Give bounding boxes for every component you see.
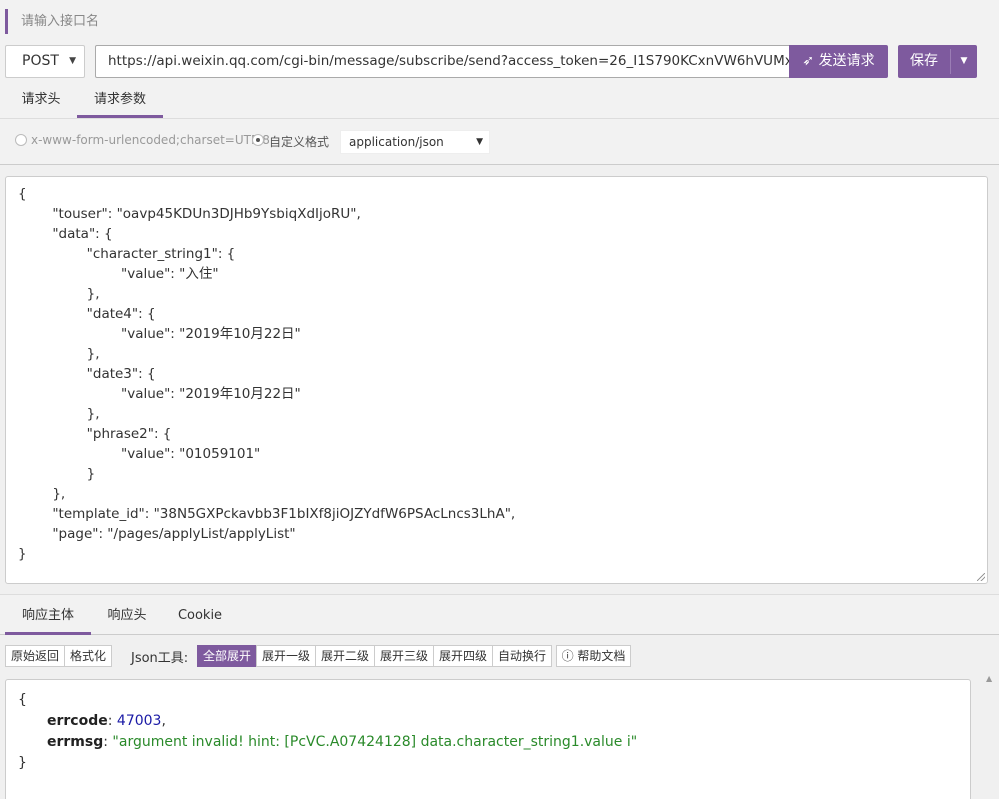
response-toolbar: 原始返回 格式化 Json工具: 全部展开 展开一级 展开二级 展开三级 展开四… <box>0 636 999 678</box>
request-tabs: 请求头 请求参数 <box>0 83 999 119</box>
errcode-value: 47003 <box>116 713 162 729</box>
body-line: "value": "入住" <box>18 266 219 282</box>
body-line: }, <box>18 486 66 502</box>
body-line: "date4": { <box>18 306 156 322</box>
body-line: "character_string1": { <box>18 246 236 262</box>
caret-down-icon: ▼ <box>960 56 968 66</box>
body-line: "value": "2019年10月22日" <box>18 386 301 402</box>
body-line: }, <box>18 406 100 422</box>
save-dropdown-toggle[interactable]: ▼ <box>951 45 977 78</box>
send-request-label: 发送请求 <box>818 53 875 69</box>
response-tabs: 响应主体 响应头 Cookie <box>0 594 999 635</box>
expand-all-button[interactable]: 全部展开 <box>197 645 257 667</box>
help-docs-button[interactable]: ⓘ 帮助文档 <box>556 645 631 667</box>
scrollbar[interactable]: ▲ <box>983 672 997 799</box>
response-body-viewer[interactable]: { errcode: 47003, errmsg: "argument inva… <box>5 679 971 799</box>
send-icon: ➶ <box>802 53 815 69</box>
body-line: "value": "2019年10月22日" <box>18 326 301 342</box>
caret-down-icon: ▼ <box>69 56 76 66</box>
body-line: "page": "/pages/applyList/applyList" <box>18 526 296 542</box>
radio-form-urlencoded[interactable] <box>15 134 27 146</box>
tab-response-headers[interactable]: 响应头 <box>96 600 158 635</box>
body-line: } <box>18 546 27 562</box>
save-button-group: 保存 ▼ <box>898 45 977 78</box>
url-input[interactable]: https://api.weixin.qq.com/cgi-bin/messag… <box>95 45 790 78</box>
json-tools-label: Json工具: <box>131 651 189 666</box>
response-line: errcode: 47003, <box>47 713 166 729</box>
errmsg-value: "argument invalid! hint: [PcVC.A07424128… <box>112 734 638 750</box>
expand-level4-button[interactable]: 展开四级 <box>433 645 493 667</box>
label-custom-format: 自定义格式 <box>269 135 330 149</box>
send-request-button[interactable]: ➶ 发送请求 <box>789 45 888 78</box>
response-line: } <box>18 755 27 771</box>
tab-request-headers[interactable]: 请求头 <box>8 83 74 118</box>
request-panel: 请输入接口名 POST ▼ https://api.weixin.qq.com/… <box>0 0 999 165</box>
response-line: { <box>18 692 27 708</box>
body-format-options: x-www-form-urlencoded;charset=UTF-8 自定义格… <box>0 120 999 165</box>
save-button[interactable]: 保存 <box>898 45 950 78</box>
raw-response-button[interactable]: 原始返回 <box>5 645 65 667</box>
expand-level3-button[interactable]: 展开三级 <box>374 645 434 667</box>
help-circle-icon: ⓘ <box>561 649 574 663</box>
body-line: { <box>18 186 27 202</box>
expand-level2-button[interactable]: 展开二级 <box>315 645 375 667</box>
scroll-up-icon: ▲ <box>986 674 993 683</box>
tab-request-params[interactable]: 请求参数 <box>77 83 163 118</box>
body-line: "phrase2": { <box>18 426 172 442</box>
tab-cookie[interactable]: Cookie <box>167 600 233 635</box>
request-body-editor[interactable]: { "touser": "oavp45KDUn3DJHb9YsbiqXdIjoR… <box>5 176 988 584</box>
body-line: "value": "01059101" <box>18 446 261 462</box>
method-select[interactable]: POST ▼ <box>5 45 85 78</box>
content-type-value: application/json <box>349 135 444 149</box>
errcode-key: errcode <box>47 713 108 729</box>
method-value: POST <box>22 53 59 69</box>
body-line: "data": { <box>18 226 113 242</box>
tab-response-body[interactable]: 响应主体 <box>5 600 91 635</box>
body-line: }, <box>18 286 100 302</box>
content-type-select[interactable]: application/json ▼ <box>340 130 490 154</box>
format-button[interactable]: 格式化 <box>64 645 112 667</box>
body-line: "template_id": "38N5GXPckavbb3F1bIXf8jiO… <box>18 506 516 522</box>
resize-handle[interactable] <box>977 573 985 581</box>
radio-custom-format[interactable] <box>252 134 264 146</box>
errmsg-key: errmsg <box>47 734 104 750</box>
body-line: }, <box>18 346 100 362</box>
response-line: errmsg: "argument invalid! hint: [PcVC.A… <box>47 734 638 750</box>
expand-level1-button[interactable]: 展开一级 <box>256 645 316 667</box>
api-name-input[interactable]: 请输入接口名 <box>5 9 99 34</box>
body-line: "touser": "oavp45KDUn3DJHb9YsbiqXdIjoRU"… <box>18 206 361 222</box>
body-line: } <box>18 466 96 482</box>
auto-wrap-button[interactable]: 自动换行 <box>492 645 552 667</box>
label-form-urlencoded: x-www-form-urlencoded;charset=UTF-8 <box>31 133 270 147</box>
body-line: "date3": { <box>18 366 156 382</box>
help-docs-label: 帮助文档 <box>577 649 626 663</box>
caret-down-icon: ▼ <box>476 137 483 147</box>
